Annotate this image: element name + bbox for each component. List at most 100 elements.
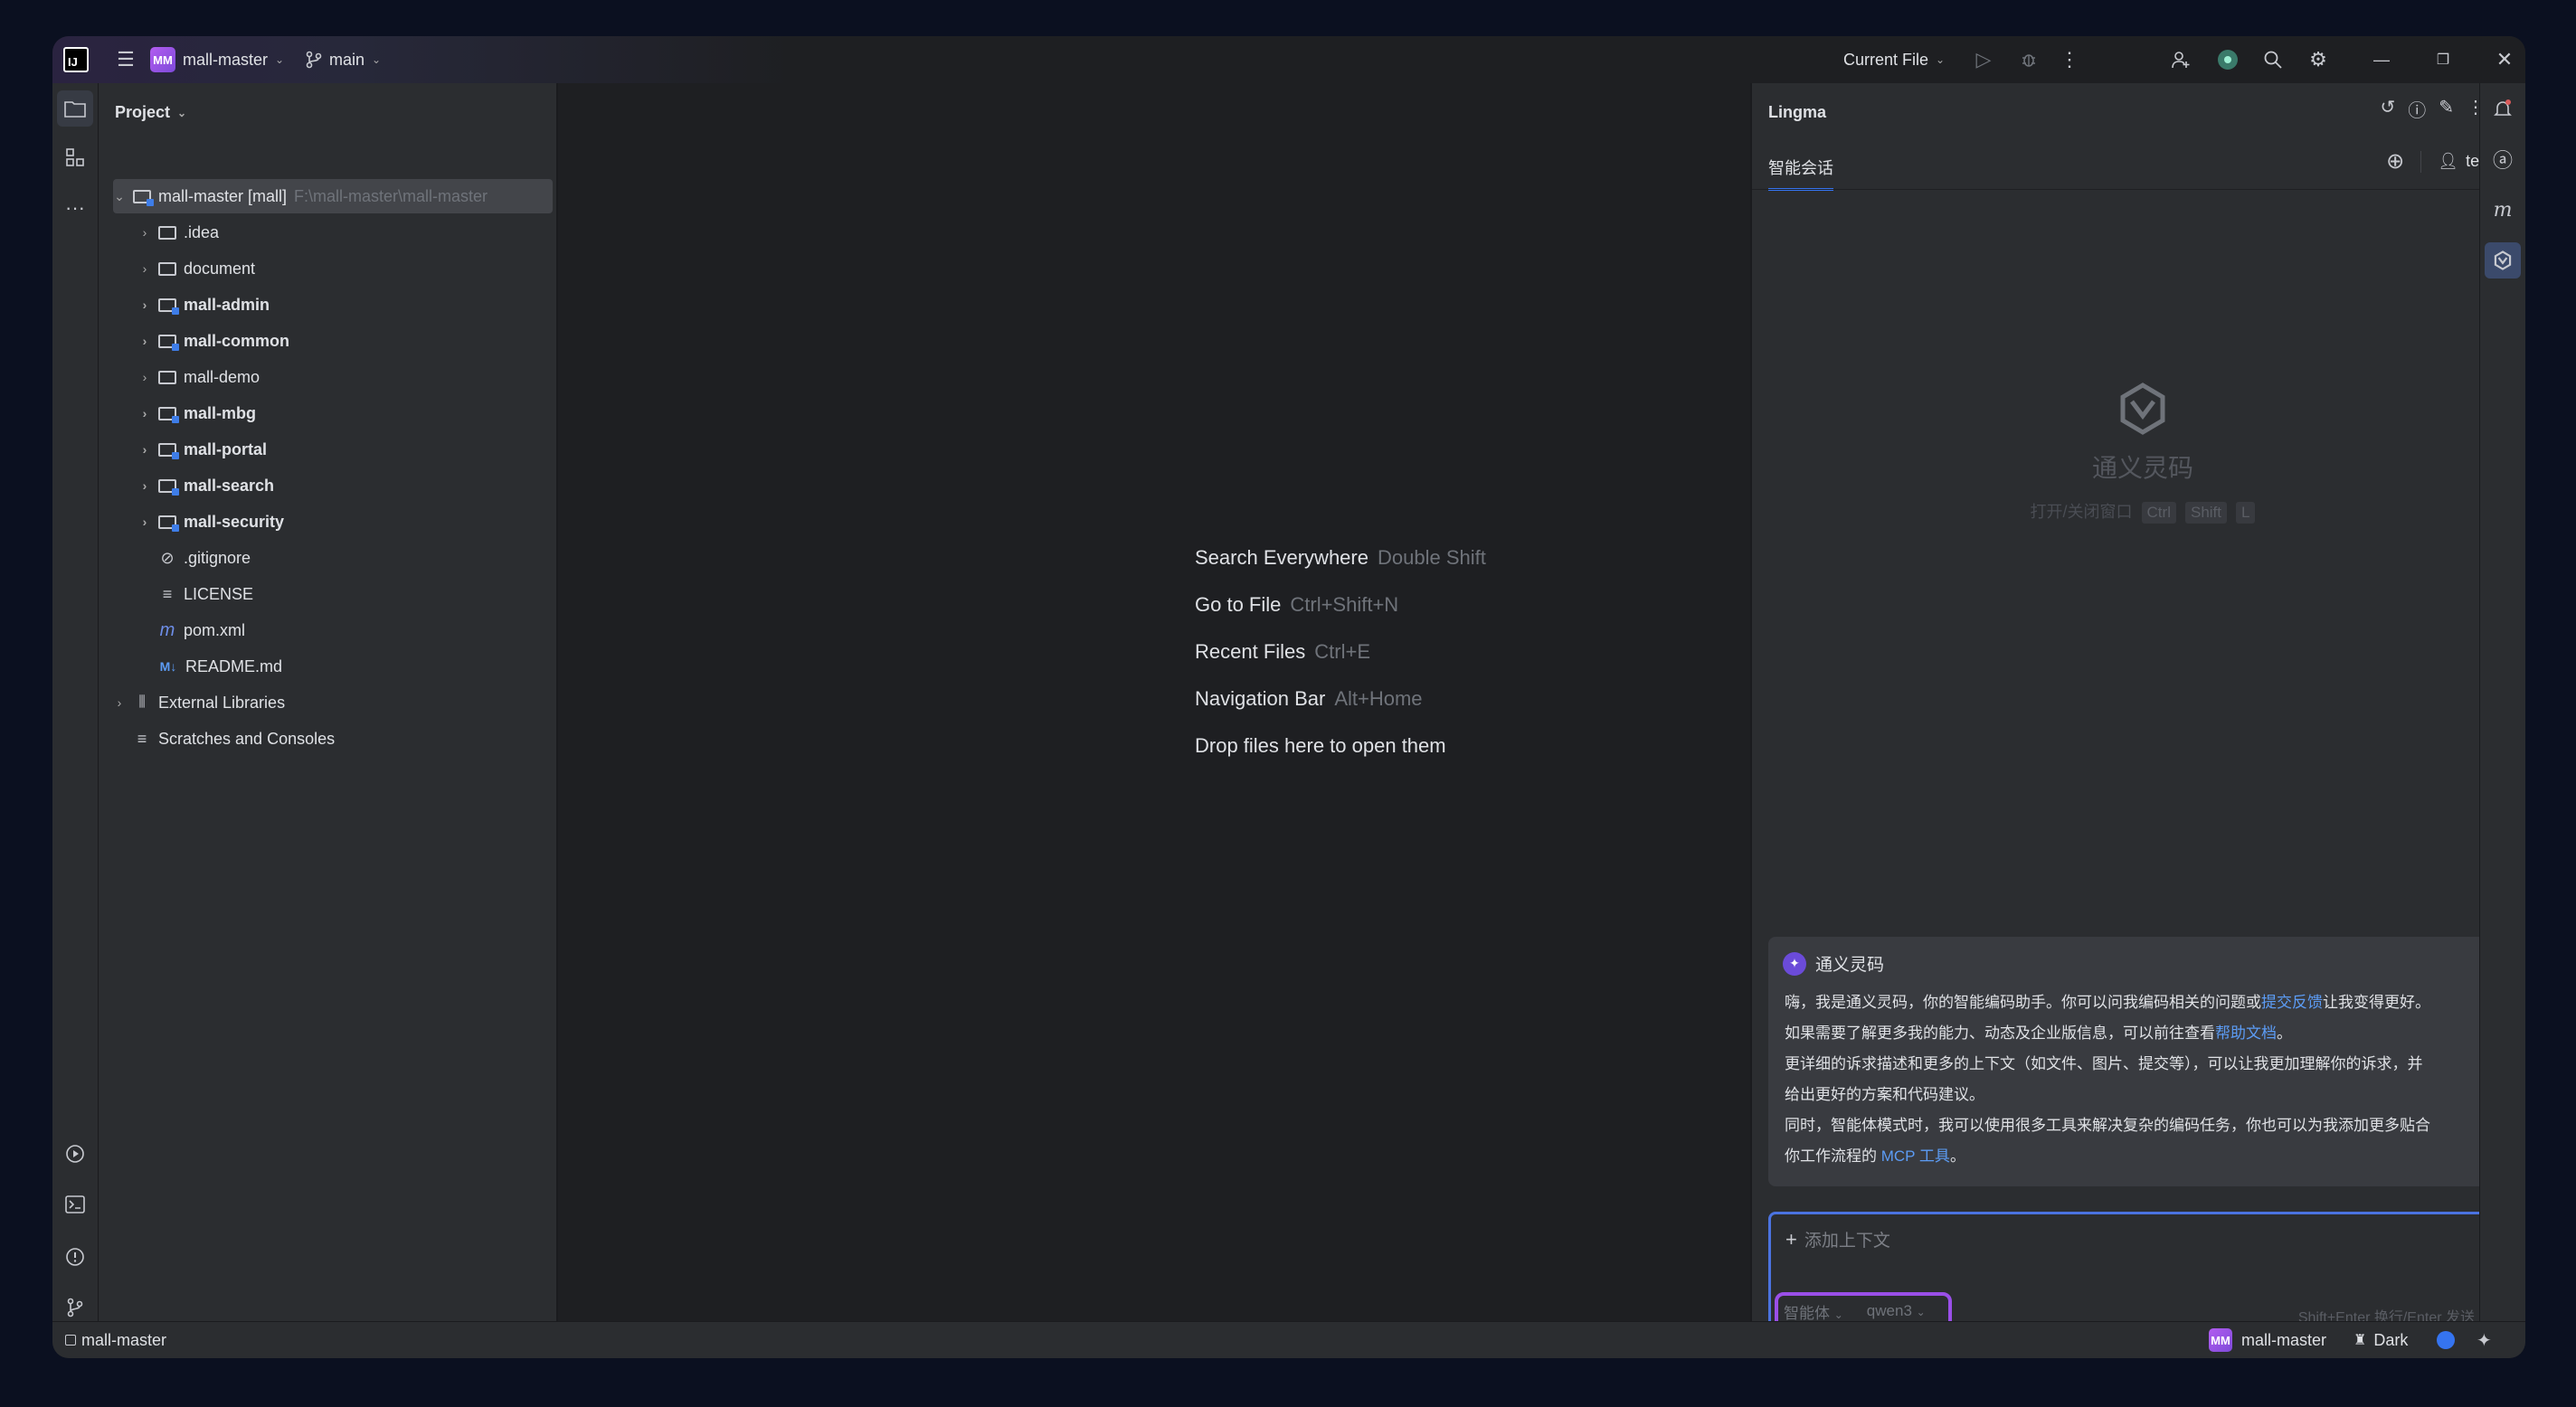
close-icon[interactable]: ✕ (2491, 36, 2518, 83)
edit-icon[interactable]: ✎ (2439, 96, 2454, 122)
structure-tool-icon[interactable] (57, 139, 93, 175)
chevron-right-icon[interactable]: › (138, 370, 151, 384)
mode-dropdown[interactable]: 智能体 ⌄ (1784, 1300, 1843, 1323)
hint-recent-files: Recent Files Ctrl+E (1195, 640, 1371, 663)
lingma-status-icon[interactable]: ✦ (2477, 1329, 2492, 1352)
code-with-me-icon[interactable] (2214, 36, 2241, 83)
tree-item[interactable]: › mall-security (138, 505, 284, 539)
folder-icon (158, 370, 176, 384)
run-config-selector[interactable]: Current File ⌄ (1843, 36, 1945, 83)
title-bar: IJ ☰ MM mall-master ⌄ main ⌄ Current Fil… (52, 36, 2525, 83)
terminal-tool-icon[interactable] (57, 1186, 93, 1223)
left-tool-strip: ··· (52, 83, 99, 1322)
message-line: 更详细的诉求描述和更多的上下文（如文件、图片、提交等），可以让我更加理解你的诉求… (1785, 1055, 2423, 1072)
chevron-right-icon[interactable]: › (138, 406, 151, 420)
chevron-right-icon[interactable]: › (138, 334, 151, 348)
tree-item[interactable]: › mall-common (138, 324, 289, 358)
tree-item[interactable]: › mall-search (138, 468, 274, 503)
chevron-down-icon[interactable]: ⌄ (113, 189, 126, 204)
lingma-title: Lingma (1768, 103, 1827, 121)
services-tool-icon[interactable] (57, 1136, 93, 1172)
tree-item-label: External Libraries (158, 693, 286, 712)
help-icon[interactable]: ⓘ (2408, 96, 2426, 122)
more-actions-icon[interactable]: ⋮ (2060, 36, 2079, 83)
chevron-right-icon[interactable]: › (138, 297, 151, 312)
chevron-right-icon[interactable]: › (138, 225, 151, 240)
tree-item-label: mall-portal (184, 439, 268, 458)
module-folder-icon (158, 478, 179, 496)
toggle-shortcut: 打开/关闭窗口 Ctrl Shift L (1752, 499, 2525, 524)
debug-icon[interactable] (2015, 36, 2042, 83)
markdown-file-icon: M↓ (159, 659, 177, 674)
project-panel-header[interactable]: Project ⌄ (115, 103, 186, 122)
restore-icon[interactable]: ❐ (2429, 36, 2457, 83)
chevron-right-icon[interactable]: › (138, 515, 151, 529)
theme-switcher[interactable]: ♜ Dark (2353, 1331, 2408, 1350)
text-file-icon: ≡ (162, 584, 173, 603)
message-line: 嗨，我是通义灵码，你的智能编码助手。你可以问我编码相关的问题或提交反馈让我变得更… (1785, 994, 2430, 1011)
app-logo[interactable]: IJ (63, 36, 89, 83)
model-dropdown[interactable]: qwen3 ⌄ (1867, 1302, 1926, 1320)
history-icon[interactable]: ↺ (2380, 96, 2395, 122)
chevron-right-icon[interactable]: › (138, 261, 151, 276)
notifications-icon[interactable] (2485, 90, 2521, 127)
tree-item[interactable]: › mall-mbg (138, 396, 256, 430)
ai-assistant-icon[interactable]: ⓐ (2485, 141, 2521, 177)
project-tool-icon[interactable] (57, 90, 93, 127)
tree-item-label: mall-mbg (184, 403, 257, 422)
chevron-right-icon[interactable]: › (138, 478, 151, 493)
module-folder-icon (158, 515, 179, 532)
problems-tool-icon[interactable] (57, 1239, 93, 1275)
main-menu-icon[interactable]: ☰ (112, 36, 139, 83)
project-switcher[interactable]: MM mall-master ⌄ (150, 36, 284, 83)
tree-item[interactable]: ⊘ .gitignore (158, 541, 251, 575)
git-branch-icon (306, 51, 322, 69)
chevron-right-icon[interactable]: › (113, 695, 126, 710)
status-project[interactable]: MM mall-master (2209, 1328, 2326, 1352)
tree-item[interactable]: › mall-portal (138, 432, 267, 467)
tree-item-label: README.md (185, 656, 283, 675)
settings-gear-icon[interactable]: ⚙ (2305, 36, 2332, 83)
branch-name: main (329, 50, 365, 69)
run-icon[interactable]: ▷ (1970, 36, 1997, 83)
chevron-down-icon: ⌄ (1833, 1308, 1843, 1321)
tree-item[interactable]: ≡ Scratches and Consoles (133, 722, 335, 756)
tree-item[interactable]: M↓ README.md (158, 649, 282, 684)
mcp-tools-link[interactable]: MCP 工具 (1881, 1147, 1950, 1165)
git-tool-icon[interactable] (57, 1289, 93, 1326)
tree-item[interactable]: › mall-admin (138, 288, 270, 322)
project-name: mall-master (183, 50, 269, 69)
tree-item[interactable]: m pom.xml (158, 613, 245, 647)
status-indicator[interactable] (2437, 1331, 2455, 1349)
search-icon[interactable] (2259, 36, 2287, 83)
lingma-tool-icon[interactable] (2485, 242, 2521, 279)
add-context-button[interactable]: + 添加上下文 (1785, 1227, 1890, 1251)
tree-item-label: mall-security (184, 512, 285, 531)
help-docs-link[interactable]: 帮助文档 (2215, 1025, 2277, 1042)
tree-root[interactable]: ⌄ mall-master [mall] F:\mall-master\mall… (113, 179, 553, 213)
new-chat-icon[interactable]: ⊕ (2386, 148, 2404, 175)
more-tools-icon[interactable]: ··· (57, 190, 93, 226)
tree-item-label: mall-master [mall] (158, 186, 288, 205)
maven-tool-icon[interactable]: m (2485, 192, 2521, 228)
folder-icon (158, 261, 176, 276)
message-line: 给出更好的方案和代码建议。 (1785, 1086, 1984, 1103)
tree-item[interactable]: ≡ LICENSE (158, 577, 253, 611)
tree-item[interactable]: › .idea (138, 215, 219, 250)
tree-item-path: F:\mall-master\mall-master (294, 186, 488, 205)
tab-smart-chat[interactable]: 智能会话 (1768, 156, 1833, 191)
theme-icon: ♜ (2353, 1333, 2367, 1348)
user-icon: 👤︎ (2438, 152, 2459, 170)
tree-item[interactable]: › document (138, 251, 255, 286)
message-line: 你工作流程的 MCP 工具。 (1785, 1147, 1965, 1165)
feedback-link[interactable]: 提交反馈 (2261, 994, 2323, 1011)
chevron-right-icon[interactable]: › (138, 442, 151, 457)
add-user-icon[interactable] (2167, 36, 2194, 83)
branch-switcher[interactable]: main ⌄ (306, 36, 381, 83)
module-folder-icon (158, 334, 179, 351)
tree-item[interactable]: › ⫼ External Libraries (113, 685, 285, 720)
tree-item[interactable]: › mall-demo (138, 360, 260, 394)
minimize-icon[interactable]: — (2368, 36, 2395, 83)
editor-area[interactable]: Search Everywhere Double Shift Go to File… (558, 83, 1748, 1322)
status-project-breadcrumb[interactable]: mall-master (65, 1331, 166, 1350)
